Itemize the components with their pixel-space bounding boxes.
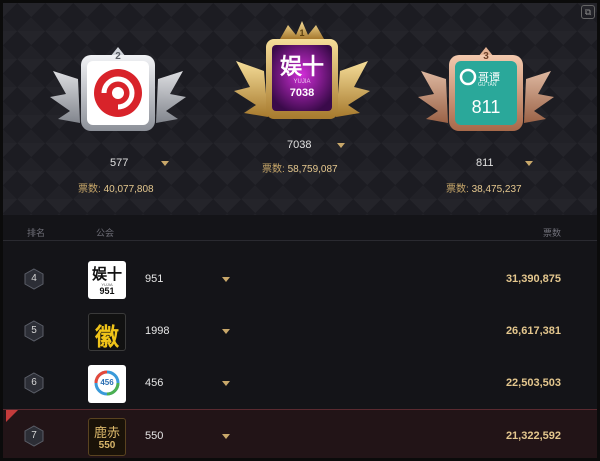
- leaderboard-panel: ⧉ 2 577 票数: 40,077,808 1 娱十 YUJIA 7038 7…: [0, 0, 600, 461]
- guild-name: 1998: [145, 325, 170, 337]
- podium-winner-3[interactable]: 3 哥谭 GU TAN 811 811 票数: 38,475,237: [416, 39, 556, 209]
- table-row[interactable]: 6 456 456 22,503,503: [3, 357, 597, 409]
- rank-badge: 5: [23, 320, 45, 342]
- column-header-guild: 公会: [96, 228, 115, 238]
- chevron-down-icon[interactable]: [161, 160, 170, 166]
- guild-name: 951: [145, 273, 164, 285]
- column-header-votes: 票数: [542, 228, 561, 238]
- guild-logo[interactable]: 鹿赤 550: [88, 418, 126, 456]
- rank-badge: 7: [23, 425, 45, 447]
- column-header-rank: 排名: [27, 228, 46, 238]
- chevron-down-icon[interactable]: [222, 434, 230, 439]
- logo-number: 7038: [289, 87, 315, 99]
- table-row[interactable]: 5 徽 1998 26,617,381: [3, 305, 597, 357]
- guild-name: 456: [145, 377, 164, 389]
- silver-badge: 2: [48, 39, 188, 159]
- table-row[interactable]: 4 娱十 YUJIA 951 951 31,390,875: [3, 253, 597, 305]
- logo-number: 811: [471, 97, 501, 117]
- winner-votes: 40,077,808: [103, 184, 154, 195]
- podium-winner-2[interactable]: 2 577 票数: 40,077,808: [48, 39, 188, 209]
- guild-name: 550: [145, 430, 164, 442]
- row-votes: 21,322,592: [505, 430, 561, 442]
- row-votes: 31,390,875: [505, 273, 561, 285]
- rank-badge: 4: [23, 268, 45, 290]
- svg-text:3: 3: [483, 51, 489, 62]
- table-header: 排名 公会 票数: [3, 221, 597, 241]
- hot-tag-icon: [6, 410, 18, 422]
- chevron-down-icon[interactable]: [222, 277, 230, 282]
- winner-votes: 58,759,087: [287, 164, 338, 175]
- podium-winner-1[interactable]: 1 娱十 YUJIA 7038 7038 票数: 58,759,087: [232, 21, 372, 191]
- winner-votes: 38,475,237: [471, 184, 522, 195]
- window-icon[interactable]: ⧉: [581, 5, 595, 19]
- podium-section: ⧉ 2 577 票数: 40,077,808 1 娱十 YUJIA 7038 7…: [3, 3, 597, 215]
- chevron-down-icon[interactable]: [336, 142, 345, 148]
- logo-text: 娱十: [279, 55, 324, 80]
- chevron-down-icon[interactable]: [222, 329, 230, 334]
- bronze-badge: 3 哥谭 GU TAN 811: [416, 39, 556, 159]
- gold-badge: 1 娱十 YUJIA 7038: [232, 21, 372, 141]
- table-row[interactable]: 7 鹿赤 550 550 21,322,592: [3, 409, 597, 458]
- rank-badge: 6: [23, 372, 45, 394]
- guild-logo[interactable]: 娱十 YUJIA 951: [88, 261, 126, 299]
- logo-subtext: GU TAN: [478, 82, 497, 88]
- chevron-down-icon[interactable]: [524, 160, 533, 166]
- winner-name: 811: [476, 157, 494, 169]
- logo-subtext: YUJIA: [293, 79, 311, 85]
- chevron-down-icon[interactable]: [222, 381, 230, 386]
- votes-label: 票数:: [446, 184, 469, 195]
- row-votes: 22,503,503: [505, 377, 561, 389]
- winner-name: 577: [110, 157, 129, 169]
- winner-name: 7038: [287, 139, 312, 151]
- guild-logo[interactable]: 徽: [88, 313, 126, 351]
- svg-text:1: 1: [299, 28, 304, 38]
- votes-label: 票数:: [262, 164, 285, 175]
- guild-logo[interactable]: 456: [88, 365, 126, 403]
- votes-label: 票数:: [78, 184, 101, 195]
- svg-text:2: 2: [115, 51, 121, 62]
- row-votes: 26,617,381: [505, 325, 561, 337]
